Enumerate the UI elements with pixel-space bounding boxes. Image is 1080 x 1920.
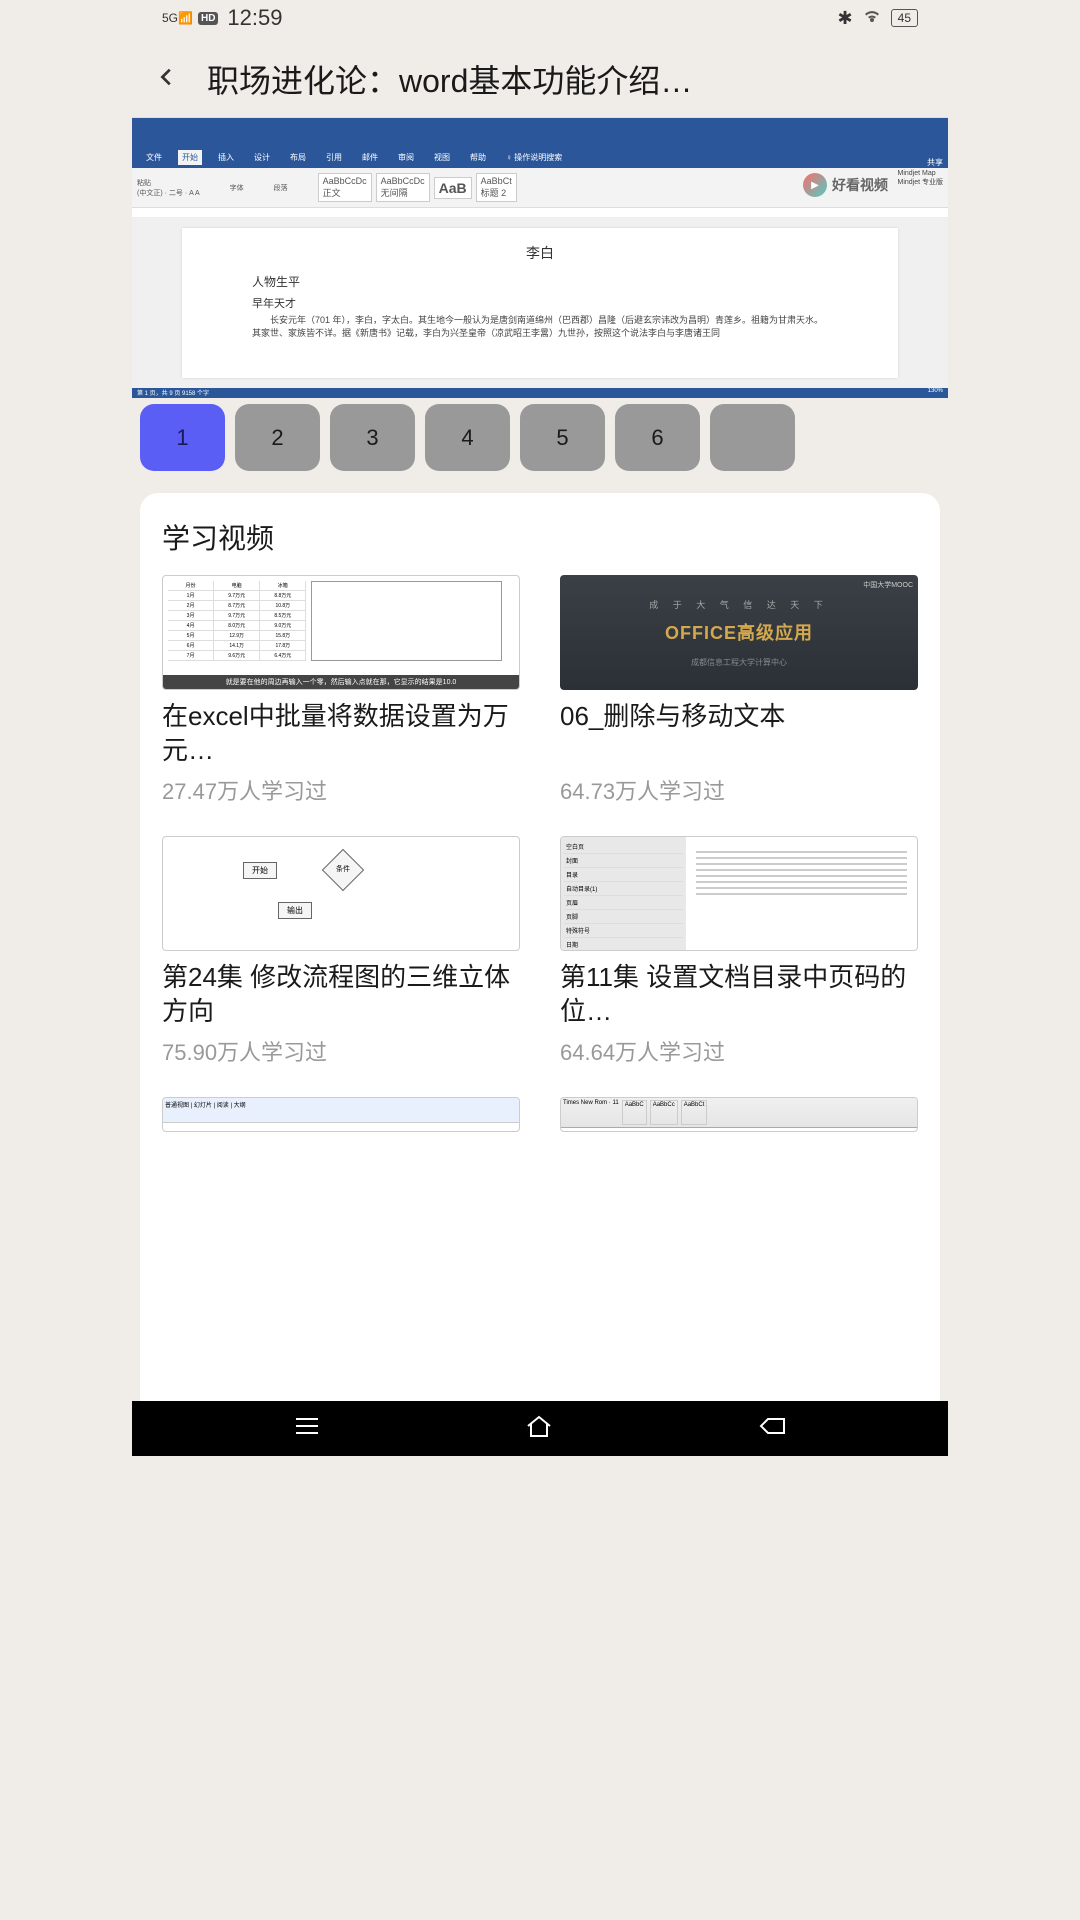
thumb-caption: 就是要在他的周边再输入一个零，然后输入点就在那，它显示的结果是10.0 bbox=[163, 675, 519, 689]
section-title: 学习视频 bbox=[162, 517, 918, 557]
video-card[interactable]: 月份电脑冰箱 1月9.7万元8.8万元 2月8.7万元10.8万 3月9.7万元… bbox=[162, 575, 520, 806]
status-left: 5G📶 HD 12:59 bbox=[162, 5, 282, 31]
word-ruler bbox=[132, 208, 948, 218]
mooc-badge: 中国大学MOOC bbox=[863, 580, 913, 590]
status-right: ✱ 45 bbox=[838, 8, 918, 29]
page-button-6[interactable]: 6 bbox=[615, 404, 700, 471]
page-button-5[interactable]: 5 bbox=[520, 404, 605, 471]
android-nav-bar bbox=[132, 1401, 948, 1456]
ribbon-tab: 开始 bbox=[178, 150, 202, 165]
page-selector: 1 2 3 4 5 6 bbox=[132, 392, 948, 483]
menu-item: 空白页 bbox=[564, 840, 683, 854]
page-button-2[interactable]: 2 bbox=[235, 404, 320, 471]
page-button-3[interactable]: 3 bbox=[330, 404, 415, 471]
recent-apps-button[interactable] bbox=[294, 1416, 320, 1442]
ribbon-tab: 插入 bbox=[214, 150, 238, 165]
menu-item: 目录 bbox=[564, 868, 683, 882]
word-document: 李白 人物生平 早年天才 长安元年（701 年），李白，字太白。其生地今一般认为… bbox=[132, 218, 948, 388]
word-ribbon: 文件 开始 插入 设计 布局 引用 邮件 审阅 视图 帮助 ♀ 操作说明搜索 共… bbox=[132, 118, 948, 168]
video-thumbnail: 空白页 封面 目录 自动目录(1) 页眉 页脚 特殊符号 日期 页码 文本框 bbox=[560, 836, 918, 951]
video-stats: 64.73万人学习过 bbox=[560, 774, 918, 806]
page-button-1[interactable]: 1 bbox=[140, 404, 225, 471]
battery-indicator: 45 bbox=[891, 9, 918, 27]
page-button-7[interactable] bbox=[710, 404, 795, 471]
doc-heading: 人物生平 bbox=[252, 273, 828, 290]
video-card[interactable]: Times New Rom · 11 AaBbCAaBbCcAaBbCt bbox=[560, 1097, 918, 1142]
doc-paragraph: 长安元年（701 年），李白，字太白。其生地今一般认为是唐剑南道绵州（巴西郡）昌… bbox=[252, 314, 828, 339]
ribbon-tab: 布局 bbox=[286, 150, 310, 165]
video-title: 第11集 设置文档目录中页码的位… bbox=[560, 961, 918, 1029]
style-nospace: AaBbCcDc无间隔 bbox=[376, 173, 430, 202]
bluetooth-icon: ✱ bbox=[838, 8, 853, 29]
status-bar: 5G📶 HD 12:59 ✱ 45 bbox=[132, 0, 948, 36]
video-thumbnail: 开始 条件 输出 bbox=[162, 836, 520, 951]
video-title: 第24集 修改流程图的三维立体方向 bbox=[162, 961, 520, 1029]
flow-output: 输出 bbox=[278, 902, 312, 919]
video-title: 在excel中批量将数据设置为万元… bbox=[162, 700, 520, 768]
hd-badge: HD bbox=[198, 12, 218, 25]
ribbon-tab: 设计 bbox=[250, 150, 274, 165]
menu-item: 页脚 bbox=[564, 910, 683, 924]
style-h2: AaBbCt标题 2 bbox=[476, 173, 517, 202]
ribbon-tab: 邮件 bbox=[358, 150, 382, 165]
mindjet-label: Mindjet MapMindjet 专业版 bbox=[897, 170, 943, 187]
page-button-4[interactable]: 4 bbox=[425, 404, 510, 471]
video-title: 06_删除与移动文本 bbox=[560, 700, 918, 768]
video-card[interactable]: 普通视图 | 幻灯片 | 阅读 | 大纲 bbox=[162, 1097, 520, 1142]
network-indicator: 5G📶 bbox=[162, 11, 193, 25]
video-card[interactable]: 中国大学MOOC 成 于 大 气 信 达 天 下 OFFICE高级应用 成都信息… bbox=[560, 575, 918, 806]
doc-subheading: 早年天才 bbox=[252, 295, 828, 311]
ribbon-tab: 审阅 bbox=[394, 150, 418, 165]
play-icon: ▶ bbox=[803, 173, 827, 197]
word-toolbar: 粘贴(中文正) · 二号 · A A 字体 段落 AaBbCcDc正文 AaBb… bbox=[132, 168, 948, 208]
style-h1: AaB bbox=[434, 177, 472, 199]
app-header: 职场进化论：word基本功能介绍… bbox=[132, 36, 948, 117]
clock: 12:59 bbox=[227, 5, 282, 31]
menu-item: 特殊符号 bbox=[564, 924, 683, 938]
home-button[interactable] bbox=[525, 1414, 553, 1444]
ribbon-tab: 视图 bbox=[430, 150, 454, 165]
content-panel: 学习视频 月份电脑冰箱 1月9.7万元8.8万元 2月8.7万元10.8万 3月… bbox=[140, 493, 940, 1453]
video-thumbnail: 中国大学MOOC 成 于 大 气 信 达 天 下 OFFICE高级应用 成都信息… bbox=[560, 575, 918, 690]
video-preview[interactable]: 文件 开始 插入 设计 布局 引用 邮件 审阅 视图 帮助 ♀ 操作说明搜索 共… bbox=[132, 117, 948, 392]
wifi-icon bbox=[863, 8, 881, 29]
video-thumbnail: 月份电脑冰箱 1月9.7万元8.8万元 2月8.7万元10.8万 3月9.7万元… bbox=[162, 575, 520, 690]
menu-item: 日期 bbox=[564, 938, 683, 951]
page-title: 职场进化论：word基本功能介绍… bbox=[207, 56, 933, 102]
flow-start: 开始 bbox=[243, 862, 277, 879]
video-grid: 月份电脑冰箱 1月9.7万元8.8万元 2月8.7万元10.8万 3月9.7万元… bbox=[162, 575, 918, 1142]
video-thumbnail: Times New Rom · 11 AaBbCAaBbCcAaBbCt bbox=[560, 1097, 918, 1132]
video-stats: 27.47万人学习过 bbox=[162, 774, 520, 806]
menu-item: 自动目录(1) bbox=[564, 882, 683, 896]
flow-condition: 条件 bbox=[322, 849, 364, 891]
style-normal: AaBbCcDc正文 bbox=[318, 173, 372, 202]
menu-item: 封面 bbox=[564, 854, 683, 868]
word-status-bar: 第 1 页，共 9 页 9158 个字 130% bbox=[132, 388, 948, 398]
video-stats: 75.90万人学习过 bbox=[162, 1035, 520, 1067]
back-button[interactable] bbox=[147, 63, 187, 95]
back-nav-button[interactable] bbox=[758, 1416, 786, 1442]
ribbon-tab: 文件 bbox=[142, 150, 166, 165]
ribbon-search: ♀ 操作说明搜索 bbox=[502, 150, 566, 165]
share-label: 共享 bbox=[927, 157, 943, 168]
video-stats: 64.64万人学习过 bbox=[560, 1035, 918, 1067]
haokan-watermark: ▶ 好看视频 bbox=[803, 173, 888, 197]
menu-item: 页眉 bbox=[564, 896, 683, 910]
doc-title: 李白 bbox=[252, 243, 828, 263]
ribbon-tab: 帮助 bbox=[466, 150, 490, 165]
office-subtitle: 成都信息工程大学计算中心 bbox=[691, 657, 787, 668]
video-thumbnail: 普通视图 | 幻灯片 | 阅读 | 大纲 bbox=[162, 1097, 520, 1132]
video-card[interactable]: 开始 条件 输出 第24集 修改流程图的三维立体方向 75.90万人学习过 bbox=[162, 836, 520, 1067]
video-card[interactable]: 空白页 封面 目录 自动目录(1) 页眉 页脚 特殊符号 日期 页码 文本框 bbox=[560, 836, 918, 1067]
office-title: OFFICE高级应用 bbox=[665, 619, 813, 645]
ribbon-tab: 引用 bbox=[322, 150, 346, 165]
office-motto: 成 于 大 气 信 达 天 下 bbox=[649, 598, 829, 611]
